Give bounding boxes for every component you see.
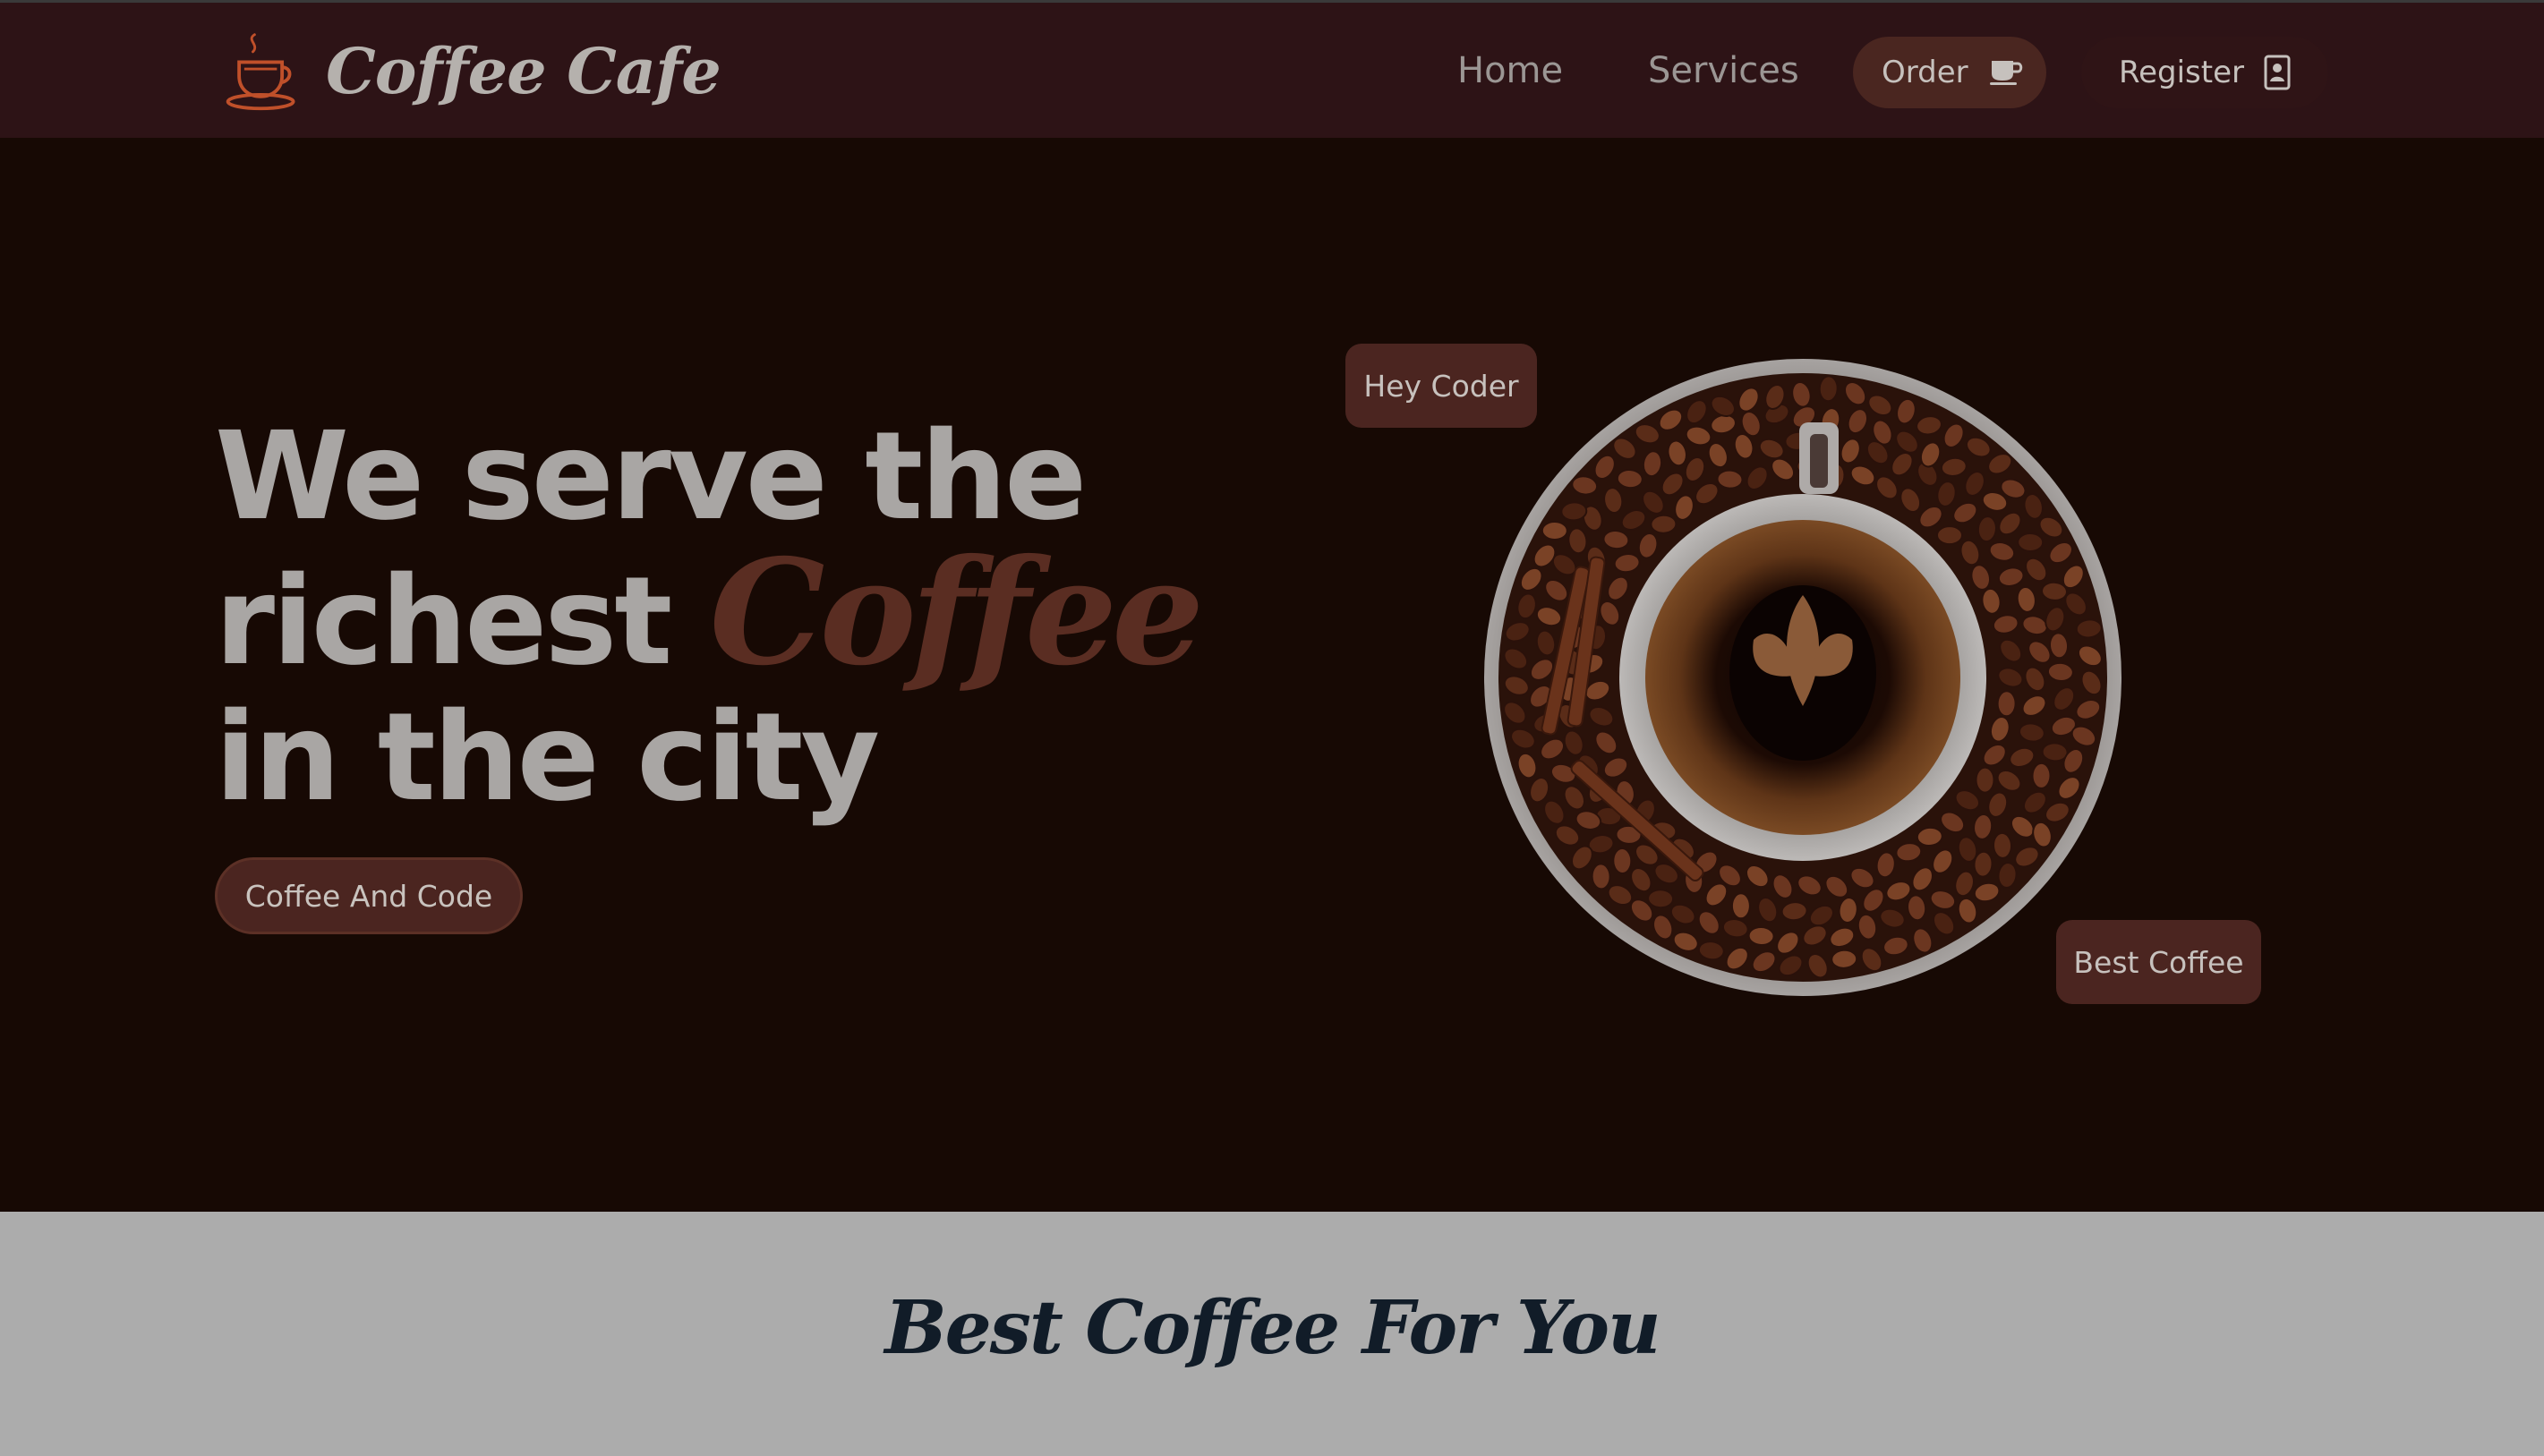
coffee-cup-icon [1989, 61, 2022, 85]
coffee-bean [1973, 850, 1993, 878]
nav-link-services[interactable]: Services [1648, 42, 1799, 99]
brand-name: Coffee Cafe [326, 33, 721, 108]
coffee-bean [1975, 766, 1995, 794]
id-badge-icon [2264, 55, 2291, 90]
headline-accent-word: Coffee [709, 528, 1205, 698]
hero-headline: We serve the richest Coffee in the city [215, 409, 1289, 826]
coffee-bean [1730, 892, 1751, 920]
coffee-bean [1591, 863, 1611, 890]
order-button[interactable]: Order [1853, 37, 2046, 108]
coffee-cup-icon [226, 33, 295, 111]
coffee-bean [1996, 690, 2017, 718]
headline-part-2: in the city [215, 687, 880, 829]
coffee-cup-image [1484, 359, 2121, 996]
coffee-bean [1936, 525, 1963, 546]
coffee-bean [2031, 762, 2052, 789]
coffee-bean [1747, 925, 1775, 947]
coffee-bean [1560, 501, 1588, 522]
coffee-bean [1612, 847, 1633, 874]
section-title: Best Coffee For You [884, 1285, 1660, 1371]
nav-link-home[interactable]: Home [1457, 42, 1563, 99]
hero-section: We serve the richest Coffee in the city … [0, 138, 2544, 1212]
best-coffee-section: Best Coffee For You [0, 1212, 2544, 1456]
coffee-bean [1818, 375, 1839, 403]
coffee-bean [1992, 831, 2013, 859]
register-button-label: Register [2119, 55, 2244, 90]
coffee-bean [1716, 469, 1744, 490]
coffee-bean [2017, 532, 2045, 553]
coffee-and-code-button[interactable]: Coffee And Code [215, 857, 523, 934]
coffee-bean [1650, 514, 1678, 534]
coffee-bean [1541, 520, 1568, 541]
coffee-bean [1647, 889, 1675, 909]
brand-logo[interactable]: Coffee Cafe [220, 28, 721, 114]
navbar: Coffee Cafe Home Services Order Register [0, 0, 2544, 138]
register-button[interactable]: Register [2081, 37, 2328, 108]
order-button-label: Order [1882, 55, 1968, 90]
coffee-bean [1831, 949, 1858, 969]
